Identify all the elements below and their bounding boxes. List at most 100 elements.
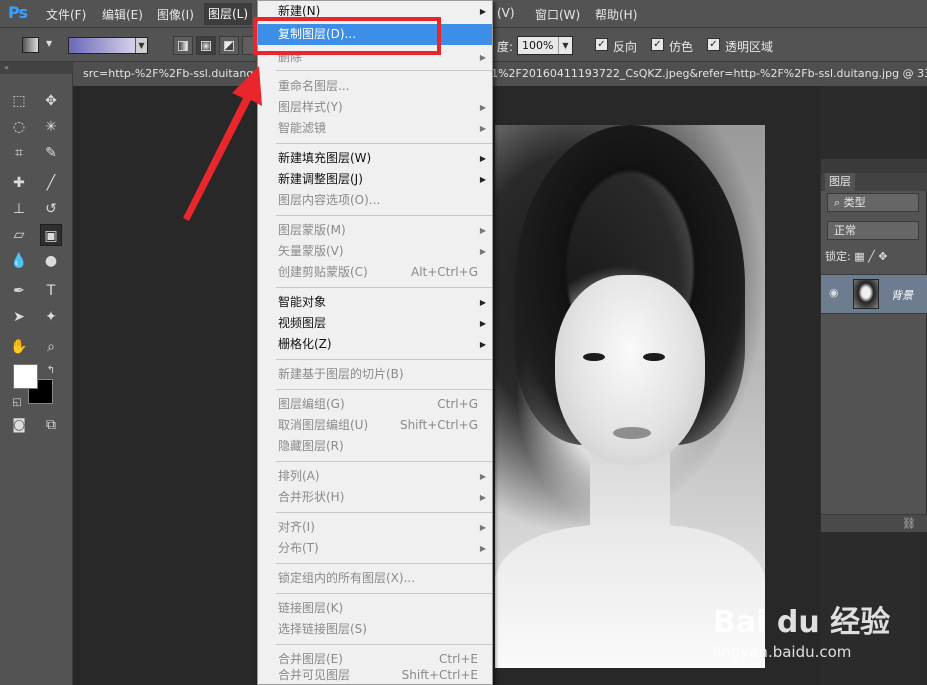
submenu-arrow-icon: ▶: [479, 175, 486, 184]
chevron-down-icon[interactable]: ▼: [135, 38, 147, 53]
blur-tool-icon[interactable]: 💧: [8, 250, 30, 272]
hand-tool-icon[interactable]: ✋: [8, 336, 30, 358]
gradient-tool-icon[interactable]: ▣: [40, 224, 62, 246]
zoom-tool-icon[interactable]: ⌕: [40, 336, 62, 358]
photoshop-window: Ps 文件(F) 编辑(E) 图像(I) 图层(L) (V) 窗口(W) 帮助(…: [0, 0, 927, 685]
healing-brush-tool-icon[interactable]: ✚: [8, 172, 30, 194]
menu-item-rename-layer[interactable]: 重命名图层...: [258, 76, 492, 97]
menu-item-shortcut: Shift+Ctrl+G: [399, 418, 478, 432]
history-brush-tool-icon[interactable]: ↺: [40, 198, 62, 220]
lasso-tool-icon[interactable]: ◌: [8, 116, 30, 138]
tool-preset-picker[interactable]: ▼: [22, 37, 56, 54]
submenu-arrow-icon: ▶: [479, 154, 486, 163]
menu-item-new-fill-layer[interactable]: 新建填充图层(W) ▶: [258, 148, 492, 169]
submenu-arrow-icon: ▶: [479, 103, 486, 112]
menu-item-layer-mask[interactable]: 图层蒙版(M) ▶: [258, 220, 492, 241]
menu-item-vector-mask[interactable]: 矢量蒙版(V) ▶: [258, 241, 492, 262]
lock-brush-icon[interactable]: ╱: [868, 250, 875, 263]
lock-label: 锁定:: [825, 250, 851, 263]
marquee-tool-icon[interactable]: ⬚: [8, 90, 30, 112]
dither-checkbox[interactable]: ✓: [651, 38, 664, 51]
brush-tool-icon[interactable]: ╱: [40, 172, 62, 194]
eraser-tool-icon[interactable]: ▱: [8, 224, 30, 246]
menu-help[interactable]: 帮助(H): [595, 6, 637, 23]
collapse-panel-icon[interactable]: «: [0, 62, 73, 74]
screen-mode-icon[interactable]: ⧉: [40, 414, 62, 436]
tab-layers[interactable]: 图层: [825, 173, 855, 191]
menu-item-label: 新建(N): [278, 4, 321, 18]
lock-transparent-icon[interactable]: ▦: [854, 250, 864, 263]
menu-item-new-layer-based-slice[interactable]: 新建基于图层的切片(B): [258, 364, 492, 385]
image-eye-right: [643, 353, 665, 361]
menu-layer[interactable]: 图层(L): [204, 3, 253, 25]
menu-item-label: 矢量蒙版(V): [278, 244, 344, 258]
menu-item-align[interactable]: 对齐(I) ▶: [258, 517, 492, 538]
layer-row-background[interactable]: ◉ 背景: [821, 274, 927, 314]
dodge-tool-icon[interactable]: ●: [40, 250, 62, 272]
type-tool-icon[interactable]: T: [40, 280, 62, 302]
gradient-picker[interactable]: ▼: [68, 37, 148, 54]
linear-gradient-button[interactable]: [173, 36, 193, 55]
menu-item-select-linked-layers[interactable]: 选择链接图层(S): [258, 619, 492, 640]
reverse-checkbox[interactable]: ✓: [595, 38, 608, 51]
radial-gradient-icon: [201, 41, 211, 51]
menu-view[interactable]: (V): [497, 6, 515, 20]
panel-title-bar[interactable]: [821, 159, 927, 173]
link-layers-icon[interactable]: ⛓: [821, 514, 927, 532]
menu-edit[interactable]: 编辑(E): [102, 6, 143, 23]
menu-item-rasterize[interactable]: 栅格化(Z) ▶: [258, 334, 492, 355]
menu-item-merge-visible[interactable]: 合并可见图层 Shift+Ctrl+E: [258, 665, 492, 684]
photoshop-logo: Ps: [8, 3, 28, 22]
reverse-label: 反向: [613, 40, 638, 54]
lock-move-icon[interactable]: ✥: [878, 250, 887, 263]
menu-item-label: 锁定组内的所有图层(X)...: [278, 571, 416, 585]
menu-item-arrange[interactable]: 排列(A) ▶: [258, 466, 492, 487]
menu-item-label: 新建基于图层的切片(B): [278, 367, 404, 381]
menu-item-distribute[interactable]: 分布(T) ▶: [258, 538, 492, 559]
chevron-down-icon[interactable]: ▼: [558, 37, 572, 54]
menu-image[interactable]: 图像(I): [157, 6, 194, 23]
menu-item-layer-style[interactable]: 图层样式(Y) ▶: [258, 97, 492, 118]
menu-item-ungroup-layers[interactable]: 取消图层编组(U) Shift+Ctrl+G: [258, 415, 492, 436]
document-image[interactable]: [495, 125, 765, 668]
clone-stamp-tool-icon[interactable]: ⊥: [8, 198, 30, 220]
eye-icon[interactable]: ◉: [829, 287, 843, 298]
eyedropper-tool-icon[interactable]: ✎: [40, 142, 62, 164]
transparency-checkbox[interactable]: ✓: [707, 38, 720, 51]
menu-item-combine-shapes[interactable]: 合并形状(H) ▶: [258, 487, 492, 508]
menu-item-label: 合并形状(H): [278, 490, 345, 504]
menu-item-lock-all-layers-in-group[interactable]: 锁定组内的所有图层(X)...: [258, 568, 492, 589]
document-tab[interactable]: src=http-%2F%2Fb-ssl.duitang.com%2Fuploa…: [73, 62, 927, 86]
layers-panel: 图层 ⌕ 类型 正常 锁定: ▦ ╱ ✥ ◉ 背景 ⛓: [820, 158, 927, 533]
menu-item-group-layers[interactable]: 图层编组(G) Ctrl+G: [258, 394, 492, 415]
layer-filter-select[interactable]: ⌕ 类型: [827, 193, 919, 212]
layer-name[interactable]: 背景: [891, 287, 913, 303]
menu-item-create-clipping-mask[interactable]: 创建剪贴蒙版(C) Alt+Ctrl+G: [258, 262, 492, 283]
shape-tool-icon[interactable]: ✦: [40, 306, 62, 328]
image-lips: [613, 427, 651, 439]
menu-window[interactable]: 窗口(W): [535, 6, 580, 23]
pen-tool-icon[interactable]: ✒: [8, 280, 30, 302]
opacity-field[interactable]: 100% ▼: [517, 36, 573, 55]
menu-item-new-adjustment-layer[interactable]: 新建调整图层(J) ▶: [258, 169, 492, 190]
menu-item-hide-layers[interactable]: 隐藏图层(R): [258, 436, 492, 457]
crop-tool-icon[interactable]: ⌗: [8, 142, 30, 164]
menu-item-layer-content-options[interactable]: 图层内容选项(O)...: [258, 190, 492, 211]
blend-mode-select[interactable]: 正常: [827, 221, 919, 240]
menu-item-smart-object[interactable]: 智能对象 ▶: [258, 292, 492, 313]
menu-item-link-layers[interactable]: 链接图层(K): [258, 598, 492, 619]
angle-gradient-button[interactable]: [219, 36, 239, 55]
menu-item-video-layers[interactable]: 视频图层 ▶: [258, 313, 492, 334]
foreground-color-swatch[interactable]: [13, 364, 38, 389]
quick-mask-icon[interactable]: ◙: [8, 414, 30, 436]
watermark-brand: Bai du 经验: [713, 605, 891, 640]
radial-gradient-button[interactable]: [196, 36, 216, 55]
path-selection-tool-icon[interactable]: ➤: [8, 306, 30, 328]
submenu-arrow-icon: ▶: [479, 493, 486, 502]
menu-file[interactable]: 文件(F): [46, 6, 86, 23]
move-tool-icon[interactable]: ✥: [40, 90, 62, 112]
opacity-value: 100%: [522, 39, 554, 52]
magic-wand-tool-icon[interactable]: ✳: [40, 116, 62, 138]
default-colors-icon[interactable]: ◱: [6, 392, 28, 414]
menu-item-smart-filter[interactable]: 智能滤镜 ▶: [258, 118, 492, 139]
